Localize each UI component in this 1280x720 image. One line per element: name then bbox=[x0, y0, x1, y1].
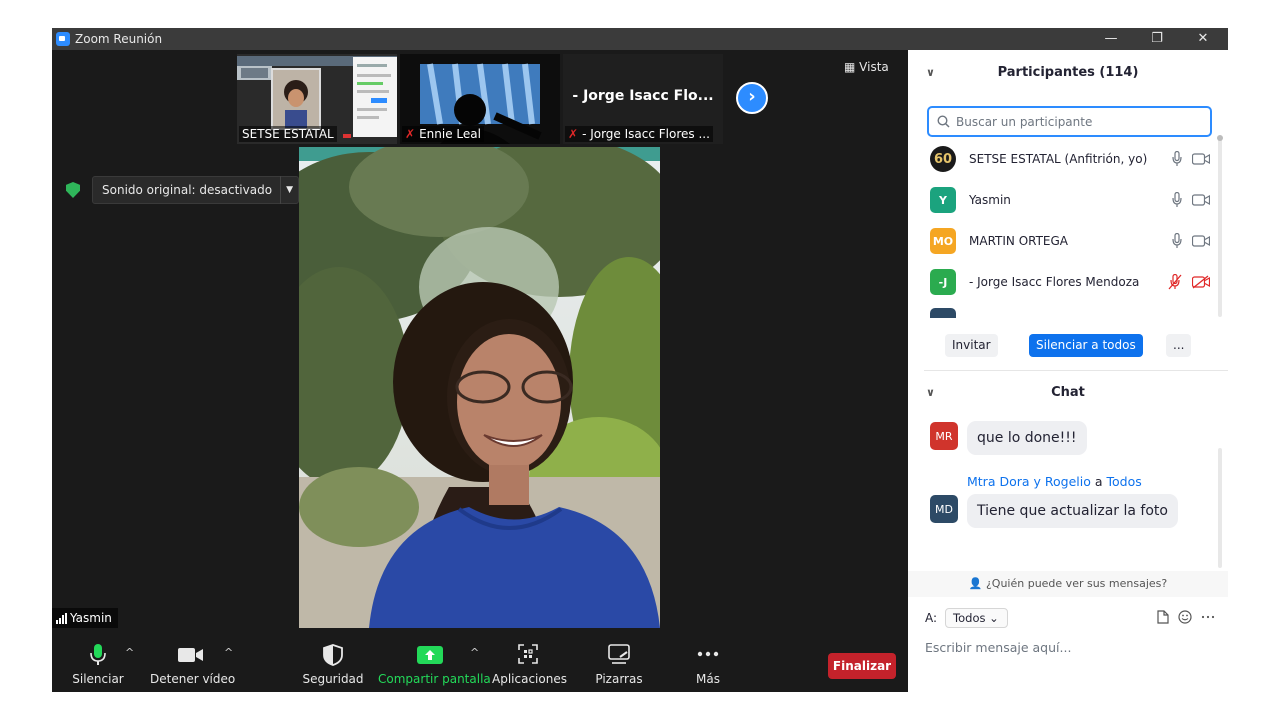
video-thumbnail-setse[interactable]: SETSE ESTATAL bbox=[237, 54, 397, 144]
share-screen-icon bbox=[417, 646, 443, 664]
avatar: 60 bbox=[930, 146, 956, 172]
microphone-icon bbox=[90, 644, 106, 665]
search-icon bbox=[937, 115, 950, 128]
speaker-video-frame bbox=[299, 147, 660, 628]
avatar: Y bbox=[930, 187, 956, 213]
title-bar: Zoom Reunión — ❐ ✕ bbox=[52, 28, 1228, 50]
mute-options-chevron-up-icon[interactable]: ^ bbox=[125, 646, 134, 659]
microphone-icon[interactable] bbox=[1172, 151, 1182, 167]
avatar: MR bbox=[930, 422, 958, 450]
apps-button[interactable]: Aplicaciones bbox=[492, 634, 567, 692]
video-camera-icon[interactable] bbox=[1192, 153, 1210, 165]
recipient-select[interactable]: Todos ⌄ bbox=[945, 608, 1008, 628]
stop-video-button[interactable]: Detener vídeo bbox=[150, 634, 235, 692]
participants-header: ∨ Participantes (114) bbox=[908, 61, 1228, 85]
share-screen-button[interactable]: Compartir pantalla bbox=[378, 634, 491, 692]
video-options-chevron-up-icon[interactable]: ^ bbox=[224, 646, 233, 659]
window-title: Zoom Reunión bbox=[75, 32, 163, 46]
end-meeting-button[interactable]: Finalizar bbox=[828, 653, 896, 679]
participant-row-partial[interactable] bbox=[930, 308, 1210, 318]
collapse-participants-chevron-down-icon[interactable]: ∨ bbox=[926, 61, 935, 85]
apps-icon bbox=[518, 644, 538, 664]
participants-scrollbar[interactable] bbox=[1217, 135, 1223, 317]
more-options-icon[interactable] bbox=[1201, 610, 1215, 624]
chat-message-bubble: Tiene que actualizar la foto bbox=[967, 494, 1178, 528]
microphone-icon[interactable] bbox=[1172, 192, 1182, 208]
video-thumbnail-ennie[interactable]: ✗ Ennie Leal bbox=[400, 54, 560, 144]
avatar: MO bbox=[930, 228, 956, 254]
video-camera-icon bbox=[178, 648, 203, 662]
message-privacy-link[interactable]: 👤 ¿Quién puede ver sus mensajes? bbox=[908, 571, 1228, 597]
encryption-shield-icon bbox=[66, 182, 80, 198]
signal-strength-icon bbox=[56, 612, 67, 624]
participant-search-box[interactable] bbox=[927, 106, 1212, 137]
collapse-chat-chevron-down-icon[interactable]: ∨ bbox=[926, 381, 935, 405]
person-lock-icon: 👤 bbox=[968, 577, 983, 590]
participant-name: SETSE ESTATAL (Anfitrión, yo) bbox=[969, 152, 1148, 166]
participant-row[interactable]: -J - Jorge Isacc Flores Mendoza bbox=[930, 268, 1210, 296]
chat-recipient-row: A: Todos ⌄ bbox=[925, 607, 1215, 629]
more-button[interactable]: Más bbox=[678, 634, 738, 692]
participant-row[interactable]: 60 SETSE ESTATAL (Anfitrión, yo) bbox=[930, 145, 1210, 173]
zoom-logo-icon bbox=[56, 32, 70, 46]
microphone-icon[interactable] bbox=[1172, 233, 1182, 249]
muted-microphone-icon: ✗ bbox=[568, 127, 579, 141]
view-button[interactable]: ▦ Vista bbox=[844, 60, 889, 74]
thumbnail-label: ✗ Ennie Leal bbox=[402, 126, 484, 142]
video-off-icon[interactable] bbox=[1192, 275, 1210, 289]
chevron-down-icon: ⌄ bbox=[989, 611, 999, 625]
share-options-chevron-up-icon[interactable]: ^ bbox=[470, 646, 479, 659]
invite-button[interactable]: Invitar bbox=[945, 334, 998, 357]
section-divider bbox=[924, 370, 1228, 371]
muted-microphone-icon[interactable] bbox=[1168, 274, 1182, 290]
chat-scrollbar[interactable] bbox=[1218, 448, 1222, 568]
restore-button[interactable]: ❐ bbox=[1134, 28, 1180, 50]
minimize-button[interactable]: — bbox=[1088, 28, 1134, 50]
zoom-window: Zoom Reunión — ❐ ✕ SETSE ESTATAL ✗ Ennie… bbox=[52, 28, 1228, 692]
chat-sender-line: Mtra Dora y Rogelio a Todos bbox=[967, 474, 1142, 489]
grid-icon: ▦ bbox=[844, 60, 856, 74]
mute-all-button[interactable]: Silenciar a todos bbox=[1029, 334, 1143, 357]
participant-name-placeholder: - Jorge Isacc Flo... bbox=[572, 88, 714, 104]
search-input[interactable] bbox=[956, 114, 1196, 129]
close-window-button[interactable]: ✕ bbox=[1180, 28, 1226, 50]
participant-row[interactable]: Y Yasmin bbox=[930, 186, 1210, 214]
whiteboard-icon bbox=[608, 644, 630, 664]
video-camera-icon[interactable] bbox=[1192, 194, 1210, 206]
security-button[interactable]: Seguridad bbox=[302, 634, 364, 692]
security-shield-icon bbox=[323, 644, 343, 666]
video-thumbnail-jorge[interactable]: - Jorge Isacc Flo... ✗ - Jorge Isacc Flor… bbox=[563, 54, 723, 144]
file-icon[interactable] bbox=[1157, 610, 1169, 624]
chat-header: ∨ Chat bbox=[908, 381, 1228, 405]
chevron-down-icon[interactable]: ▼ bbox=[280, 176, 298, 204]
muted-microphone-icon: ✗ bbox=[405, 127, 416, 141]
side-panel: ∨ Participantes (114) 60 SETSE ESTATAL (… bbox=[908, 50, 1228, 692]
thumbnail-label: ✗ - Jorge Isacc Flores ... bbox=[565, 126, 713, 142]
avatar bbox=[930, 308, 956, 318]
meeting-toolbar: Silenciar ^ Detener vídeo ^ Seguridad Co… bbox=[52, 634, 908, 692]
participants-more-button[interactable]: ... bbox=[1166, 334, 1192, 357]
more-dots-icon bbox=[697, 651, 719, 657]
next-page-arrow-icon[interactable]: › bbox=[736, 82, 768, 114]
whiteboards-button[interactable]: Pizarras bbox=[588, 634, 650, 692]
chat-message-bubble: que lo done!!! bbox=[967, 421, 1087, 455]
participant-row[interactable]: MO MARTIN ORTEGA bbox=[930, 227, 1210, 255]
active-speaker-video bbox=[299, 147, 660, 628]
thumbnail-label: SETSE ESTATAL bbox=[239, 126, 337, 142]
participant-name: - Jorge Isacc Flores Mendoza bbox=[969, 275, 1140, 289]
avatar: MD bbox=[930, 495, 958, 523]
meeting-stage: SETSE ESTATAL ✗ Ennie Leal - Jorge Isacc … bbox=[52, 50, 908, 634]
active-speaker-label: Yasmin bbox=[52, 608, 118, 628]
avatar: -J bbox=[930, 269, 956, 295]
mute-button[interactable]: Silenciar bbox=[68, 634, 128, 692]
video-camera-icon[interactable] bbox=[1192, 235, 1210, 247]
original-sound-dropdown[interactable]: Sonido original: desactivado ▼ bbox=[92, 176, 300, 204]
chat-message-input[interactable] bbox=[925, 640, 1215, 655]
emoji-icon[interactable] bbox=[1178, 610, 1192, 624]
participant-name: MARTIN ORTEGA bbox=[969, 234, 1069, 248]
participant-name: Yasmin bbox=[969, 193, 1011, 207]
